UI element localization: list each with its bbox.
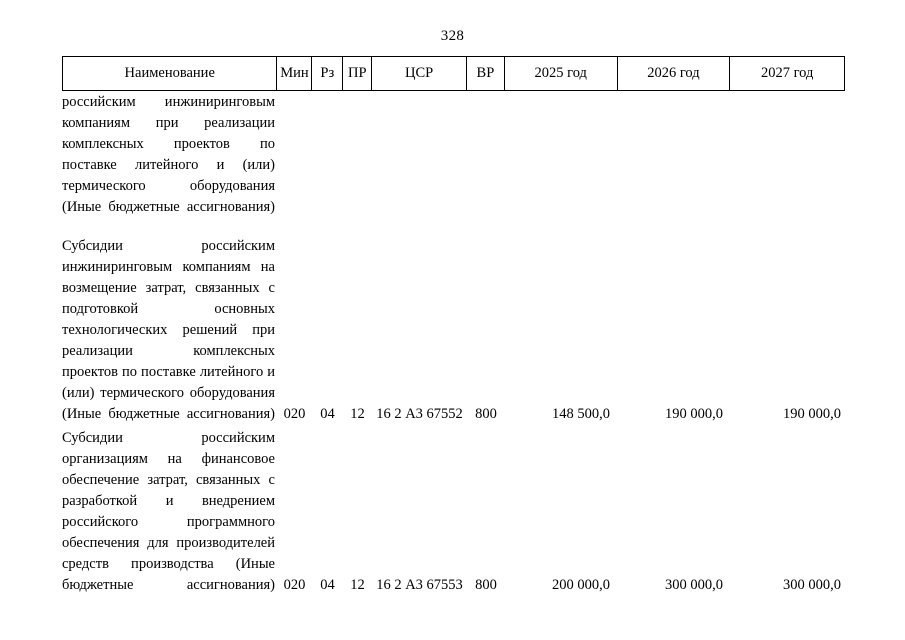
- column-header-2027: 2027 год: [760, 65, 814, 81]
- column-header-2025: 2025 год: [505, 57, 618, 90]
- cell-rz: [312, 197, 343, 218]
- table-header-row: Наименование Мин Рз ПР ЦСР ВР 2025 год 2…: [62, 56, 845, 91]
- row-description-text: Субсидии российским инжиниринговым компа…: [62, 238, 275, 422]
- document-page: 328 Наименование Мин Рз ПР ЦСР ВР 2025 г…: [0, 0, 905, 640]
- cell-rz: 04: [320, 577, 335, 593]
- cell-pr: 12: [350, 577, 365, 593]
- column-header-2026: 2026 год: [618, 57, 731, 90]
- cell-2025: [505, 197, 618, 218]
- page-number: 328: [440, 28, 465, 44]
- cell-2027: [731, 197, 845, 218]
- row-description: Субсидии российским организациям на фина…: [62, 428, 277, 596]
- cell-2026: 190 000,0: [665, 406, 723, 422]
- row-description-text: российским инжиниринговым компаниям при …: [62, 94, 275, 215]
- table-row: российским инжиниринговым компаниям при …: [62, 92, 845, 218]
- column-header-name: Наименование: [63, 57, 278, 90]
- row-spacer: [62, 218, 845, 236]
- cell-2027: 300 000,0: [783, 577, 841, 593]
- cell-2027: 190 000,0: [783, 406, 841, 422]
- cell-2025: 200 000,0: [552, 577, 610, 593]
- row-values: 020 04 12 16 2 А3 67553 800 200 000,0 30…: [277, 575, 845, 596]
- column-header-rz: Рз: [312, 57, 344, 90]
- cell-csr: 16 2 А3 67552: [376, 406, 463, 422]
- cell-2026: 300 000,0: [665, 577, 723, 593]
- column-header-csr: ЦСР: [372, 57, 467, 90]
- table-row: Субсидии российским организациям на фина…: [62, 428, 845, 596]
- table-row: Субсидии российским инжиниринговым компа…: [62, 236, 845, 425]
- row-description-text: Субсидии российским организациям на фина…: [62, 430, 275, 593]
- column-header-min: Мин: [277, 57, 313, 90]
- cell-min: 020: [283, 577, 306, 593]
- cell-min: [277, 197, 312, 218]
- column-header-pr: ПР: [343, 57, 373, 90]
- cell-csr: [372, 197, 467, 218]
- row-values: 020 04 12 16 2 А3 67552 800 148 500,0 19…: [277, 404, 845, 425]
- cell-rz: 04: [320, 406, 335, 422]
- table-body: российским инжиниринговым компаниям при …: [62, 92, 845, 596]
- cell-min: 020: [283, 406, 306, 422]
- row-values: [277, 197, 845, 218]
- cell-vr: [467, 197, 505, 218]
- column-header-vr: ВР: [467, 57, 505, 90]
- row-description: российским инжиниринговым компаниям при …: [62, 92, 277, 218]
- cell-pr: [343, 197, 372, 218]
- cell-pr: 12: [350, 406, 365, 422]
- cell-vr: 800: [475, 577, 497, 593]
- row-description: Субсидии российским инжиниринговым компа…: [62, 236, 277, 425]
- cell-2025: 148 500,0: [552, 406, 610, 422]
- cell-2026: [618, 197, 731, 218]
- cell-vr: 800: [475, 406, 497, 422]
- cell-csr: 16 2 А3 67553: [376, 577, 463, 593]
